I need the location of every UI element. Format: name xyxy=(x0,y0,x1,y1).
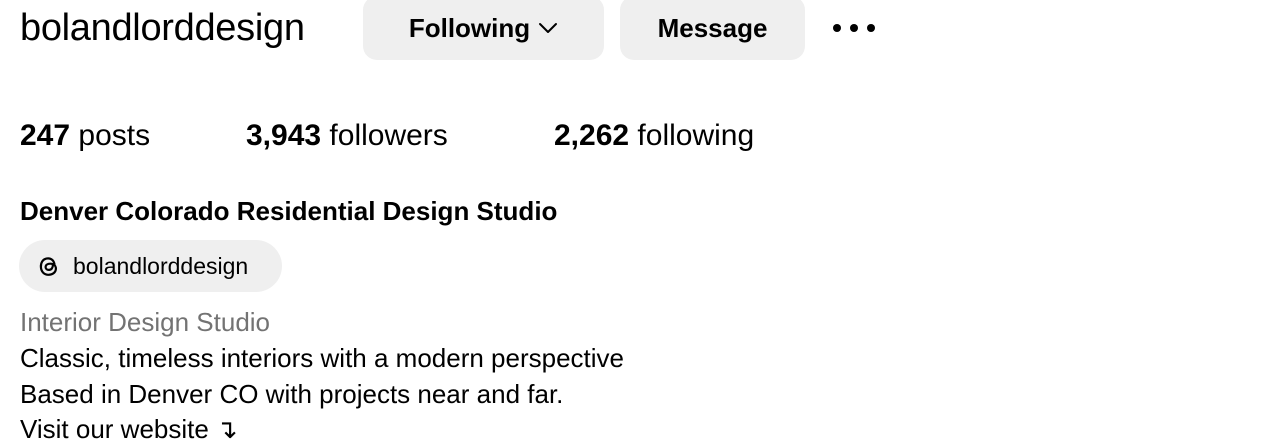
profile-username: bolandlorddesign xyxy=(20,7,305,49)
more-horizontal-icon xyxy=(833,24,875,32)
bio-line-1: Classic, timeless interiors with a moder… xyxy=(20,343,624,373)
message-button[interactable]: Message xyxy=(620,0,805,60)
following-count: 2,262 xyxy=(554,119,630,152)
more-options-icon[interactable] xyxy=(830,14,878,42)
message-button-label: Message xyxy=(657,12,768,43)
posts-label: posts xyxy=(78,119,151,152)
posts-stat: 247 posts xyxy=(20,114,150,158)
followers-stat[interactable]: 3,943 followers xyxy=(246,114,448,158)
threads-link[interactable]: bolandlorddesign xyxy=(19,240,282,292)
following-button-label: Following xyxy=(408,12,531,43)
chevron-down-icon xyxy=(539,23,558,33)
followers-count: 3,943 xyxy=(246,119,322,152)
following-button[interactable]: Following xyxy=(363,0,604,60)
profile-header: bolandlorddesign Following Message xyxy=(0,0,1286,60)
following-stat[interactable]: 2,262 following xyxy=(554,114,754,158)
bio-website-link[interactable]: Visit our website ↴ xyxy=(20,412,238,446)
profile-display-name: Denver Colorado Residential Design Studi… xyxy=(20,196,558,226)
threads-icon xyxy=(39,257,57,276)
posts-count: 247 xyxy=(20,119,71,152)
followers-label: followers xyxy=(329,119,448,152)
following-label: following xyxy=(637,119,755,152)
profile-category: Interior Design Studio xyxy=(20,307,271,337)
bio-line-2: Based in Denver CO with projects near an… xyxy=(20,379,564,409)
threads-handle: bolandlorddesign xyxy=(73,253,249,279)
